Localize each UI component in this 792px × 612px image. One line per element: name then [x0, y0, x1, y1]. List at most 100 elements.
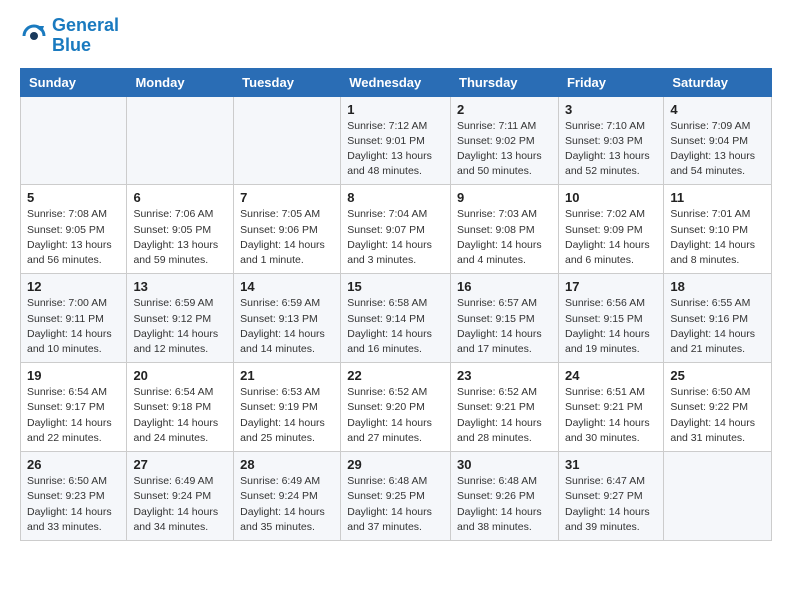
day-info: Sunrise: 6:55 AM Sunset: 9:16 PM Dayligh… [670, 296, 765, 357]
logo-icon [20, 22, 48, 50]
day-info: Sunrise: 6:47 AM Sunset: 9:27 PM Dayligh… [565, 474, 657, 535]
day-info: Sunrise: 6:53 AM Sunset: 9:19 PM Dayligh… [240, 385, 334, 446]
day-info: Sunrise: 7:00 AM Sunset: 9:11 PM Dayligh… [27, 296, 120, 357]
weekday-header-friday: Friday [558, 68, 663, 96]
calendar-cell: 9Sunrise: 7:03 AM Sunset: 9:08 PM Daylig… [451, 185, 559, 274]
day-info: Sunrise: 6:58 AM Sunset: 9:14 PM Dayligh… [347, 296, 444, 357]
day-info: Sunrise: 6:50 AM Sunset: 9:22 PM Dayligh… [670, 385, 765, 446]
calendar-week-row: 26 Sunrise: 6:50 AM Sunset: 9:23 PM Dayli… [21, 452, 772, 541]
weekday-header-thursday: Thursday [451, 68, 559, 96]
day-info: Sunrise: 7:01 AM Sunset: 9:10 PM Dayligh… [670, 207, 765, 268]
calendar-cell: 16Sunrise: 6:57 AM Sunset: 9:15 PM Dayli… [451, 274, 559, 363]
day-info: Sunrise: 6:57 AM Sunset: 9:15 PM Dayligh… [457, 296, 552, 357]
weekday-header-saturday: Saturday [664, 68, 772, 96]
day-number: 8 [347, 190, 444, 205]
day-info: Sunrise: 6:48 AM Sunset: 9:25 PM Dayligh… [347, 474, 444, 535]
day-info: Sunrise: 6:49 AM Sunset: 9:24 PM Dayligh… [240, 474, 334, 535]
calendar-cell: 15 Sunrise: 6:58 AM Sunset: 9:14 PM Dayli… [341, 274, 451, 363]
day-number: 7 [240, 190, 334, 205]
calendar-cell: 12 Sunrise: 7:00 AM Sunset: 9:11 PM Dayli… [21, 274, 127, 363]
day-number: 5 [27, 190, 120, 205]
calendar-cell [127, 96, 234, 185]
calendar-cell: 8 Sunrise: 7:04 AM Sunset: 9:07 PM Daylig… [341, 185, 451, 274]
day-info: Sunrise: 7:08 AM Sunset: 9:05 PM Dayligh… [27, 207, 120, 268]
calendar-cell [21, 96, 127, 185]
day-info: Sunrise: 6:52 AM Sunset: 9:21 PM Dayligh… [457, 385, 552, 446]
calendar-cell: 14Sunrise: 6:59 AM Sunset: 9:13 PM Dayli… [234, 274, 341, 363]
day-info: Sunrise: 6:56 AM Sunset: 9:15 PM Dayligh… [565, 296, 657, 357]
day-number: 28 [240, 457, 334, 472]
weekday-header-wednesday: Wednesday [341, 68, 451, 96]
calendar-cell: 23 Sunrise: 6:52 AM Sunset: 9:21 PM Dayli… [451, 363, 559, 452]
day-number: 6 [133, 190, 227, 205]
day-info: Sunrise: 7:02 AM Sunset: 9:09 PM Dayligh… [565, 207, 657, 268]
day-number: 10 [565, 190, 657, 205]
day-number: 12 [27, 279, 120, 294]
calendar-cell: 5 Sunrise: 7:08 AM Sunset: 9:05 PM Daylig… [21, 185, 127, 274]
day-info: Sunrise: 6:59 AM Sunset: 9:12 PM Dayligh… [133, 296, 227, 357]
day-info: Sunrise: 6:48 AM Sunset: 9:26 PM Dayligh… [457, 474, 552, 535]
page-container: General Blue SundayMondayTuesdayWednesda… [0, 0, 792, 557]
calendar-table: SundayMondayTuesdayWednesdayThursdayFrid… [20, 68, 772, 541]
calendar-week-row: 12 Sunrise: 7:00 AM Sunset: 9:11 PM Dayli… [21, 274, 772, 363]
calendar-cell: 30Sunrise: 6:48 AM Sunset: 9:26 PM Dayli… [451, 452, 559, 541]
day-info: Sunrise: 7:06 AM Sunset: 9:05 PM Dayligh… [133, 207, 227, 268]
day-number: 24 [565, 368, 657, 383]
day-info: Sunrise: 7:05 AM Sunset: 9:06 PM Dayligh… [240, 207, 334, 268]
day-number: 23 [457, 368, 552, 383]
calendar-cell: 25 Sunrise: 6:50 AM Sunset: 9:22 PM Dayli… [664, 363, 772, 452]
day-info: Sunrise: 6:51 AM Sunset: 9:21 PM Dayligh… [565, 385, 657, 446]
calendar-cell: 2Sunrise: 7:11 AM Sunset: 9:02 PM Daylig… [451, 96, 559, 185]
calendar-cell: 7 Sunrise: 7:05 AM Sunset: 9:06 PM Daylig… [234, 185, 341, 274]
page-header: General Blue [20, 16, 772, 56]
calendar-cell [664, 452, 772, 541]
day-number: 3 [565, 102, 657, 117]
day-number: 13 [133, 279, 227, 294]
day-number: 22 [347, 368, 444, 383]
day-number: 26 [27, 457, 120, 472]
calendar-cell: 19Sunrise: 6:54 AM Sunset: 9:17 PM Dayli… [21, 363, 127, 452]
weekday-header-row: SundayMondayTuesdayWednesdayThursdayFrid… [21, 68, 772, 96]
day-number: 17 [565, 279, 657, 294]
calendar-cell: 21 Sunrise: 6:53 AM Sunset: 9:19 PM Dayli… [234, 363, 341, 452]
weekday-header-tuesday: Tuesday [234, 68, 341, 96]
calendar-cell: 22Sunrise: 6:52 AM Sunset: 9:20 PM Dayli… [341, 363, 451, 452]
day-number: 15 [347, 279, 444, 294]
calendar-cell: 11 Sunrise: 7:01 AM Sunset: 9:10 PM Dayli… [664, 185, 772, 274]
day-number: 21 [240, 368, 334, 383]
calendar-cell: 4 Sunrise: 7:09 AM Sunset: 9:04 PM Daylig… [664, 96, 772, 185]
calendar-week-row: 5 Sunrise: 7:08 AM Sunset: 9:05 PM Daylig… [21, 185, 772, 274]
day-info: Sunrise: 6:49 AM Sunset: 9:24 PM Dayligh… [133, 474, 227, 535]
calendar-cell: 18Sunrise: 6:55 AM Sunset: 9:16 PM Dayli… [664, 274, 772, 363]
day-number: 27 [133, 457, 227, 472]
calendar-header: SundayMondayTuesdayWednesdayThursdayFrid… [21, 68, 772, 96]
calendar-cell: 20 Sunrise: 6:54 AM Sunset: 9:18 PM Dayli… [127, 363, 234, 452]
calendar-cell: 1 Sunrise: 7:12 AM Sunset: 9:01 PM Daylig… [341, 96, 451, 185]
day-info: Sunrise: 7:04 AM Sunset: 9:07 PM Dayligh… [347, 207, 444, 268]
calendar-cell: 3Sunrise: 7:10 AM Sunset: 9:03 PM Daylig… [558, 96, 663, 185]
day-number: 1 [347, 102, 444, 117]
logo: General Blue [20, 16, 119, 56]
logo-text: General Blue [52, 16, 119, 56]
calendar-cell: 13 Sunrise: 6:59 AM Sunset: 9:12 PM Dayli… [127, 274, 234, 363]
calendar-cell: 6 Sunrise: 7:06 AM Sunset: 9:05 PM Daylig… [127, 185, 234, 274]
calendar-body: 1 Sunrise: 7:12 AM Sunset: 9:01 PM Daylig… [21, 96, 772, 540]
day-number: 2 [457, 102, 552, 117]
day-number: 11 [670, 190, 765, 205]
day-number: 31 [565, 457, 657, 472]
weekday-header-monday: Monday [127, 68, 234, 96]
day-info: Sunrise: 6:50 AM Sunset: 9:23 PM Dayligh… [27, 474, 120, 535]
day-number: 29 [347, 457, 444, 472]
day-number: 4 [670, 102, 765, 117]
calendar-cell: 24 Sunrise: 6:51 AM Sunset: 9:21 PM Dayli… [558, 363, 663, 452]
calendar-cell [234, 96, 341, 185]
calendar-week-row: 1 Sunrise: 7:12 AM Sunset: 9:01 PM Daylig… [21, 96, 772, 185]
day-number: 19 [27, 368, 120, 383]
day-info: Sunrise: 7:12 AM Sunset: 9:01 PM Dayligh… [347, 119, 444, 180]
day-info: Sunrise: 7:09 AM Sunset: 9:04 PM Dayligh… [670, 119, 765, 180]
day-number: 25 [670, 368, 765, 383]
calendar-cell: 17 Sunrise: 6:56 AM Sunset: 9:15 PM Dayli… [558, 274, 663, 363]
day-number: 20 [133, 368, 227, 383]
day-info: Sunrise: 6:54 AM Sunset: 9:18 PM Dayligh… [133, 385, 227, 446]
weekday-header-sunday: Sunday [21, 68, 127, 96]
